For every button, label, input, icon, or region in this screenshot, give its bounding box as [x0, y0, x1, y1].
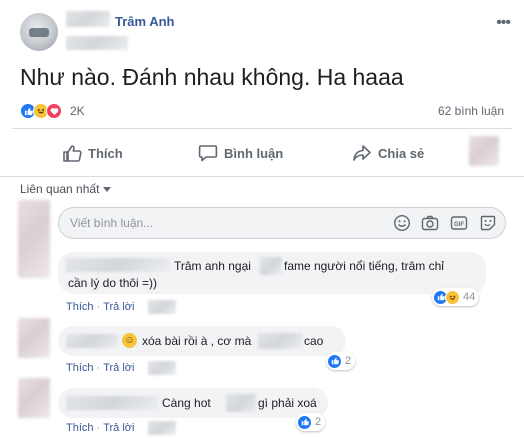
smiley-emoji-icon: ☺ — [122, 333, 137, 348]
comment-text: gì phải xoá — [258, 396, 317, 410]
camera-icon[interactable] — [421, 214, 439, 232]
comment-reaction-badge[interactable]: 2 — [326, 352, 356, 370]
reaction-count: 2 — [315, 416, 322, 428]
comment-bubble: Càng hot gì phải xoá — [58, 388, 328, 418]
share-label: Chia sẻ — [378, 145, 425, 161]
more-options-icon[interactable]: ••• — [496, 14, 511, 32]
comment-reaction-badge[interactable]: 2 — [296, 413, 326, 431]
comment-bubble: ☺ xóa bài rồi à , cơ mà cao — [58, 326, 346, 356]
divider — [0, 176, 524, 177]
comment-reply-link[interactable]: Trả lời — [103, 301, 134, 313]
svg-text:GIF: GIF — [454, 222, 464, 228]
comment-reply-link[interactable]: Trả lời — [103, 362, 134, 374]
love-reaction-icon — [46, 103, 62, 119]
blurred-name — [66, 11, 110, 27]
author-avatar[interactable] — [20, 13, 58, 51]
blurred-text — [258, 333, 302, 349]
blurred-timestamp — [148, 361, 176, 375]
comment-text: Trâm anh ngại — [174, 259, 251, 273]
blurred-timestamp — [148, 300, 176, 314]
comment-text: fame người nổi tiếng, trâm chỉ — [284, 259, 444, 273]
divider — [12, 128, 512, 129]
like-button[interactable]: Thích — [62, 140, 123, 166]
reaction-count: 2 — [345, 355, 352, 367]
blurred-user-avatar — [18, 200, 50, 278]
comment-placeholder: Viết bình luận... — [70, 216, 154, 230]
blurred-share-avatar — [469, 136, 499, 166]
comment-button[interactable]: Bình luận — [198, 140, 283, 166]
blurred-commenter-name — [66, 258, 170, 272]
comment-like-link[interactable]: Thích — [66, 362, 94, 374]
comment-like-link[interactable]: Thích — [66, 301, 94, 313]
reaction-summary[interactable] — [20, 103, 62, 119]
chevron-down-icon — [103, 187, 112, 193]
comment-actions: Thích · Trả lời — [66, 301, 135, 313]
gif-icon[interactable]: GIF — [450, 214, 468, 232]
share-arrow-icon — [353, 145, 371, 161]
thumbs-up-icon — [63, 145, 82, 162]
blurred-commenter-name — [66, 334, 118, 348]
comment-actions: Thích · Trả lời — [66, 422, 135, 434]
comment-label: Bình luận — [224, 145, 284, 161]
like-reaction-icon — [327, 353, 342, 369]
comment-like-link[interactable]: Thích — [66, 422, 94, 434]
comment-text: cao — [304, 334, 324, 348]
blurred-text — [226, 394, 256, 412]
comment-text: cần lý do thôi =)) — [68, 276, 158, 290]
like-reaction-icon — [297, 414, 312, 430]
reaction-count[interactable]: 2K — [70, 104, 85, 118]
blurred-text — [260, 257, 282, 275]
reaction-count: 44 — [463, 291, 476, 303]
comment-reply-link[interactable]: Trả lời — [103, 422, 134, 434]
comment-input[interactable]: Viết bình luận... GIF — [58, 207, 506, 239]
sort-label: Liên quan nhất — [20, 182, 100, 196]
blurred-commenter-name — [66, 396, 158, 410]
comment-text: Càng hot — [162, 396, 211, 410]
blurred-timestamp — [148, 421, 176, 435]
comment-reaction-badge[interactable]: 44 — [432, 288, 480, 306]
author-name[interactable]: Trâm Anh — [115, 14, 174, 29]
haha-reaction-icon — [445, 289, 460, 305]
blurred-commenter-avatar — [18, 318, 50, 358]
blurred-timestamp — [66, 36, 128, 50]
comment-actions: Thích · Trả lời — [66, 362, 135, 374]
speech-bubble-icon — [198, 145, 218, 162]
comment-sort-dropdown[interactable]: Liên quan nhất — [20, 182, 112, 196]
comment-bubble: Trâm anh ngại fame người nổi tiếng, trâm… — [58, 252, 486, 294]
blurred-commenter-avatar — [18, 378, 50, 418]
post-text: Như nào. Đánh nhau không. Ha haaa — [20, 64, 404, 90]
comment-text: xóa bài rồi à , cơ mà — [142, 334, 252, 348]
like-label: Thích — [88, 145, 123, 161]
smiley-icon[interactable] — [393, 214, 411, 232]
sticker-icon[interactable] — [479, 214, 497, 232]
share-button[interactable]: Chia sẻ — [352, 140, 424, 166]
comment-count[interactable]: 62 bình luận — [438, 104, 504, 118]
